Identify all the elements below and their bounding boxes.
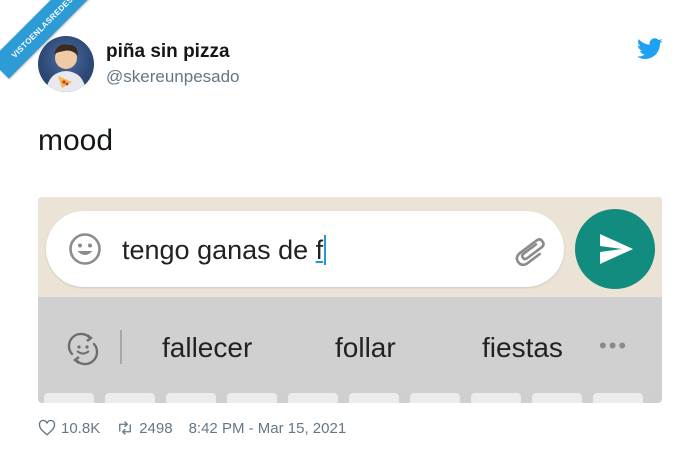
like-count: 10.8K — [61, 419, 101, 437]
paperclip-icon[interactable] — [512, 231, 552, 271]
keyboard-key[interactable] — [593, 393, 643, 403]
input-text-current-word: f — [315, 235, 324, 265]
message-input[interactable]: tengo ganas de f — [46, 211, 564, 287]
timestamp-group[interactable]: 8:42 PM - Mar 15, 2021 — [189, 420, 347, 437]
twitter-bird-icon[interactable] — [637, 38, 663, 60]
message-input-value[interactable]: tengo ganas de f — [122, 235, 327, 266]
avatar-illustration — [46, 44, 86, 92]
tweet-timestamp[interactable]: 8:42 PM - Mar 15, 2021 — [189, 420, 347, 437]
keyboard-keys-row — [38, 393, 662, 403]
keyboard-key[interactable] — [105, 393, 155, 403]
retweet-icon[interactable] — [116, 419, 134, 437]
keyboard-key[interactable] — [349, 393, 399, 403]
suggestion-3[interactable]: fiestas — [482, 332, 563, 364]
keyboard-key[interactable] — [44, 393, 94, 403]
send-icon — [600, 234, 633, 264]
input-text-prefix: tengo ganas de — [122, 235, 316, 265]
keyboard-key[interactable] — [410, 393, 460, 403]
tweet-header: piña sin pizza @skereunpesado — [38, 36, 240, 92]
suggestion-2[interactable]: follar — [335, 332, 396, 364]
tweet-text: mood — [38, 124, 114, 157]
tweet-footer: 10.8K 2498 8:42 PM - Mar 15, 2021 — [38, 418, 362, 438]
display-name[interactable]: piña sin pizza — [106, 41, 240, 63]
suggestion-1[interactable]: fallecer — [162, 332, 252, 364]
keyboard-key[interactable] — [288, 393, 338, 403]
retweet-count-group[interactable]: 2498 — [116, 419, 173, 437]
more-dots-icon[interactable]: ••• — [599, 333, 628, 359]
tweet-media-image[interactable]: tengo ganas de f fallecer follar fiestas… — [38, 197, 662, 403]
retweet-count: 2498 — [139, 419, 173, 437]
text-caret — [324, 235, 327, 265]
keyboard-key[interactable] — [166, 393, 216, 403]
keyboard-key[interactable] — [532, 393, 582, 403]
emoji-refresh-icon[interactable] — [64, 330, 102, 368]
emoji-icon[interactable] — [68, 232, 102, 266]
keyboard-key[interactable] — [471, 393, 521, 403]
user-handle[interactable]: @skereunpesado — [106, 67, 240, 87]
keyboard-key[interactable] — [227, 393, 277, 403]
avatar[interactable] — [38, 36, 94, 92]
send-button[interactable] — [575, 209, 655, 289]
suggestion-divider — [120, 330, 122, 364]
like-count-group[interactable]: 10.8K — [38, 419, 100, 437]
author-names: piña sin pizza @skereunpesado — [106, 41, 240, 87]
heart-icon[interactable] — [38, 419, 56, 437]
